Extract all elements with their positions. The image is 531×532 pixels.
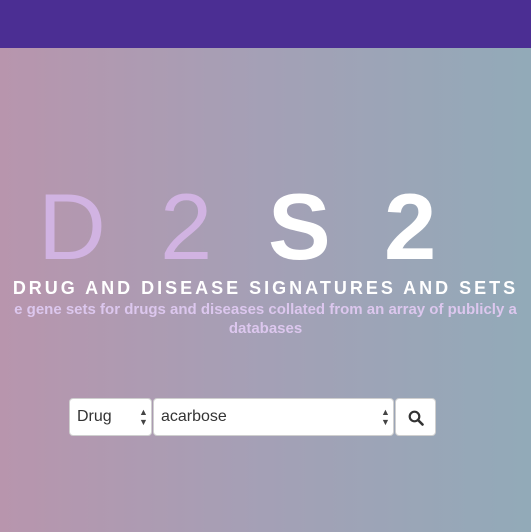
select-arrows-icon: ▲ ▼ <box>381 407 390 427</box>
logo-letter-s: S <box>268 174 331 279</box>
logo-letter-d: D <box>38 174 106 279</box>
search-type-value: Drug <box>77 408 112 425</box>
search-button[interactable] <box>395 398 436 436</box>
tagline: DRUG AND DISEASE SIGNATURES AND SETS <box>12 278 519 298</box>
subtitle-line-1: e gene sets for drugs and diseases colla… <box>14 301 517 318</box>
subtitle: e gene sets for drugs and diseases colla… <box>0 300 531 338</box>
search-query-select[interactable]: acarbose ▲ ▼ <box>153 398 394 436</box>
logo-letter-2: 2 <box>160 174 213 279</box>
d2s2-logo: D 2 S 2 <box>0 172 531 282</box>
hero-section: D 2 S 2 DRUG AND DISEASE SIGNATURES AND … <box>0 0 531 532</box>
logo-letter-2b: 2 <box>384 174 437 279</box>
search-icon <box>408 410 424 426</box>
search-type-select[interactable]: Drug ▲ ▼ <box>69 398 152 436</box>
search-query-value: acarbose <box>161 408 227 425</box>
subtitle-line-2: databases <box>228 320 303 337</box>
select-arrows-icon: ▲ ▼ <box>139 407 148 427</box>
